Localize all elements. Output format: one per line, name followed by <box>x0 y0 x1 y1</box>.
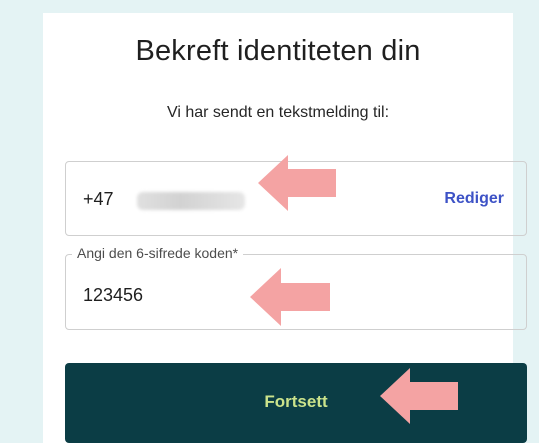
redacted-phone-number <box>137 192 245 210</box>
left-arrow-icon <box>258 155 336 211</box>
sms-sent-message: Vi har sendt en tekstmelding til: <box>166 104 390 121</box>
country-code: +47 <box>83 189 114 209</box>
annotation-arrow-code <box>250 268 330 326</box>
edit-phone-link[interactable]: Rediger <box>444 190 504 208</box>
annotation-arrow-button <box>380 368 458 424</box>
code-field-value[interactable]: 123456 <box>83 285 143 306</box>
annotation-arrow-phone <box>258 155 336 211</box>
left-arrow-icon <box>250 268 330 326</box>
code-field-label: Angi den 6-sifrede koden* <box>72 245 244 261</box>
page-title: Bekreft identiteten din <box>135 35 421 67</box>
left-arrow-icon <box>380 368 458 424</box>
